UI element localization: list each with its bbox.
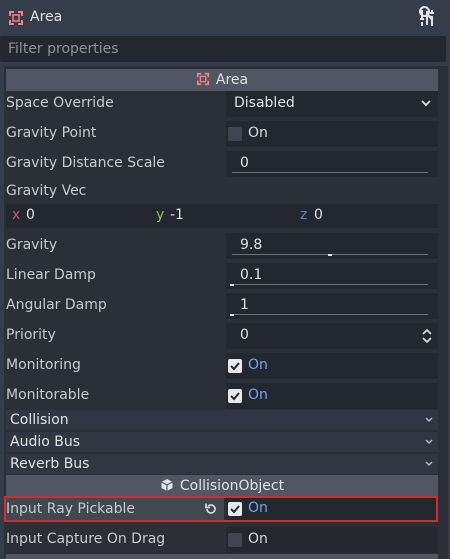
gravity-vec-x-value: 0 xyxy=(26,207,35,223)
monitoring-value: On xyxy=(248,357,268,373)
monitorable-label: Monitorable xyxy=(6,387,90,403)
gravity-point-checkbox[interactable] xyxy=(228,127,242,141)
group-collision-label: Collision xyxy=(10,412,69,428)
search-icon[interactable] xyxy=(418,5,434,21)
linear-damp-label: Linear Damp xyxy=(6,267,96,283)
gravity-point-label: Gravity Point xyxy=(6,125,97,141)
area-node-icon xyxy=(196,72,210,86)
slider-grabber[interactable] xyxy=(230,314,234,316)
slider-track[interactable] xyxy=(232,172,428,173)
gravity-value: 9.8 xyxy=(240,237,263,253)
angular-damp-field[interactable]: 1 xyxy=(226,293,438,319)
slider-track[interactable] xyxy=(232,314,428,315)
slider-grabber[interactable] xyxy=(328,254,332,256)
section-header-area: Area xyxy=(6,69,438,91)
linear-damp-field[interactable]: 0.1 xyxy=(226,263,438,289)
gravity-vec-y-field[interactable]: y -1 xyxy=(150,204,294,228)
gravity-label: Gravity xyxy=(6,237,58,253)
gravity-vec-x-field[interactable]: x 0 xyxy=(6,204,150,228)
chevron-down-icon xyxy=(425,461,433,467)
spinner-arrows-icon[interactable] xyxy=(422,328,432,344)
gravity-distance-scale-field[interactable]: 0 xyxy=(226,151,438,177)
gravity-field[interactable]: 9.8 xyxy=(226,233,438,259)
section-title-area: Area xyxy=(215,72,249,88)
group-reverb-bus-label: Reverb Bus xyxy=(10,456,90,472)
gravity-vec-label: Gravity Vec xyxy=(6,183,87,199)
filter-properties-input[interactable] xyxy=(0,36,410,62)
space-override-value: Disabled xyxy=(234,95,295,111)
cube-icon xyxy=(161,479,173,491)
check-icon xyxy=(230,392,240,401)
slider-track[interactable] xyxy=(232,284,428,285)
gravity-distance-scale-value: 0 xyxy=(240,155,249,171)
priority-value: 0 xyxy=(240,327,249,343)
check-icon xyxy=(230,362,240,371)
gravity-distance-scale-label: Gravity Distance Scale xyxy=(6,155,165,171)
gravity-point-value: On xyxy=(248,125,268,141)
monitoring-toggle[interactable]: On xyxy=(226,353,438,379)
space-override-label: Space Override xyxy=(6,95,114,111)
chevron-down-icon xyxy=(425,439,433,445)
section-header-collision-object: CollisionObject xyxy=(6,475,438,497)
monitorable-checkbox[interactable] xyxy=(228,389,242,403)
input-capture-on-drag-label: Input Capture On Drag xyxy=(6,531,166,547)
chevron-down-icon xyxy=(421,100,431,107)
group-collision[interactable]: Collision xyxy=(6,410,438,430)
gravity-vec-z-field[interactable]: z 0 xyxy=(294,204,438,228)
input-capture-on-drag-checkbox[interactable] xyxy=(228,533,242,547)
priority-spinbox[interactable]: 0 xyxy=(226,323,438,349)
angular-damp-label: Angular Damp xyxy=(6,297,107,313)
angular-damp-value: 1 xyxy=(240,297,249,313)
group-audio-bus[interactable]: Audio Bus xyxy=(6,432,438,452)
priority-label: Priority xyxy=(6,327,56,343)
gravity-point-toggle[interactable]: On xyxy=(226,121,438,147)
inspector-title-bar xyxy=(0,0,450,36)
gravity-vec-z-value: 0 xyxy=(314,207,323,223)
input-capture-on-drag-toggle[interactable]: On xyxy=(226,527,438,553)
slider-grabber[interactable] xyxy=(230,284,234,286)
monitorable-toggle[interactable]: On xyxy=(226,383,438,409)
inspector-title: Area xyxy=(30,9,63,25)
axis-y-label: y xyxy=(156,207,165,223)
group-reverb-bus[interactable]: Reverb Bus xyxy=(6,454,438,474)
monitoring-label: Monitoring xyxy=(6,357,81,373)
input-capture-on-drag-value: On xyxy=(248,531,268,547)
group-audio-bus-label: Audio Bus xyxy=(10,434,81,450)
linear-damp-value: 0.1 xyxy=(240,267,263,283)
monitoring-checkbox[interactable] xyxy=(228,359,242,373)
chevron-down-icon xyxy=(425,417,433,423)
space-override-dropdown[interactable]: Disabled xyxy=(226,91,438,117)
section-title-collision-object: CollisionObject xyxy=(179,478,285,494)
area-node-icon xyxy=(9,11,23,25)
axis-z-label: z xyxy=(300,207,308,223)
axis-x-label: x xyxy=(12,207,21,223)
gravity-vec-y-value: -1 xyxy=(170,207,184,223)
monitorable-value: On xyxy=(248,387,268,403)
highlight-box xyxy=(4,496,438,522)
filter-properties-field xyxy=(0,36,446,62)
section-header-next xyxy=(6,554,438,559)
